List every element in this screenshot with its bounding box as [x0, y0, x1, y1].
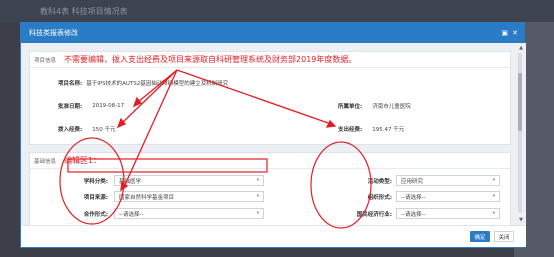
annotation-readonly-note: 不需要编辑，拨入支出经费及项目来源取自科研管理系统及财务部2019年度数据。 [64, 55, 357, 64]
coop-form-value: --请选择-- [119, 211, 144, 218]
basic-info-panel: 基础信息 编辑区1： 学科分类: 基础医学 ▾ 活动类型: 应用研究 ▾ 项目来… [29, 152, 511, 227]
modal-body: 项目信息 不需要编辑，拨入支出经费及项目来源取自科研管理系统及财务部2019年度… [21, 43, 526, 227]
close-button[interactable]: 关闭 [494, 231, 514, 242]
unit-value: 济南市儿童医院 [372, 104, 411, 110]
approve-date-value: 2019-08-17 [92, 103, 125, 109]
org-form-value: --请选择-- [401, 194, 426, 201]
row-approve-date: 批准日期: 2019-08-17 [58, 102, 124, 110]
coop-form-select[interactable]: --请选择-- ▾ [114, 208, 264, 219]
basic-info-header: 基础信息 编辑区1： [30, 153, 510, 169]
vertical-scrollbar[interactable] [518, 53, 522, 213]
modal-controls: ▣ ✕ [502, 29, 519, 37]
background-page-title: 教科4表 科技项目情况表 [40, 7, 128, 16]
source-value: 国家自然科学基金项目 [119, 194, 175, 201]
chevron-down-icon: ▾ [256, 211, 259, 216]
project-name-label: 项目名称: [58, 81, 83, 87]
modal-title: 科技类报表修改 [29, 29, 78, 37]
activity-value: 应用研究 [401, 178, 424, 185]
project-info-header: 项目信息 不需要编辑，拨入支出经费及项目来源取自科研管理系统及财务部2019年度… [30, 52, 510, 68]
discipline-label: 学科分类: [83, 179, 108, 185]
row-expense: 支出经费: 195.47 千元 [338, 125, 404, 133]
section-label-project-info: 项目信息 [34, 57, 57, 64]
expense-value: 195.47 千元 [372, 127, 405, 133]
org-form-label: 组织形式: [367, 195, 392, 201]
row-project-name: 项目名称: 基于IPS技术的AUTS2基因抽动障碍模型的建立及机制研究 [58, 79, 228, 87]
chevron-down-icon: ▾ [256, 194, 259, 199]
source-select[interactable]: 国家自然科学基金项目 ▾ [114, 191, 264, 202]
chevron-down-icon: ▾ [492, 211, 495, 216]
section-label-basic-info: 基础信息 [34, 158, 57, 165]
source-label: 项目来源: [83, 195, 108, 201]
org-form-select[interactable]: --请选择-- ▾ [396, 191, 500, 202]
project-info-panel: 项目信息 不需要编辑，拨入支出经费及项目来源取自科研管理系统及财务部2019年度… [29, 51, 511, 145]
income-label: 拨入经费: [58, 127, 83, 133]
row-unit: 所属单位: 济南市儿童医院 [338, 102, 411, 110]
income-value: 150 千元 [92, 127, 116, 133]
activity-select[interactable]: 应用研究 ▾ [396, 175, 500, 186]
activity-label: 活动类型: [367, 179, 392, 185]
chevron-down-icon: ▾ [492, 178, 495, 183]
coop-form-label: 合作形式: [83, 212, 108, 218]
scroll-down-icon[interactable]: ▼ [519, 217, 523, 223]
edit-modal: 科技类报表修改 ▣ ✕ 项目信息 不需要编辑，拨入支出经费及项目来源取自科研管理… [20, 22, 526, 248]
scroll-thumb[interactable] [518, 73, 522, 131]
row-income: 拨入经费: 150 千元 [58, 125, 115, 133]
approve-date-label: 批准日期: [58, 104, 83, 110]
modal-footer: 确定 关闭 [21, 225, 526, 247]
discipline-value: 基础医学 [119, 178, 142, 185]
maximize-icon[interactable]: ▣ [502, 29, 509, 37]
economy-select[interactable]: --请选择-- ▾ [396, 208, 500, 219]
expense-label: 支出经费: [338, 127, 363, 133]
chevron-down-icon: ▾ [256, 178, 259, 183]
economy-value: --请选择-- [401, 211, 426, 218]
ok-button[interactable]: 确定 [470, 231, 490, 242]
economy-label: 国民经济行业: [356, 212, 392, 218]
project-name-value: 基于IPS技术的AUTS2基因抽动障碍模型的建立及机制研究 [86, 81, 229, 87]
scroll-up-icon[interactable]: ▲ [519, 45, 523, 51]
discipline-select[interactable]: 基础医学 ▾ [114, 175, 264, 186]
chevron-down-icon: ▾ [492, 194, 495, 199]
close-icon[interactable]: ✕ [512, 29, 518, 37]
modal-header: 科技类报表修改 ▣ ✕ [21, 23, 524, 43]
annotation-edit-area: 编辑区1： [64, 156, 102, 165]
unit-label: 所属单位: [338, 104, 363, 110]
